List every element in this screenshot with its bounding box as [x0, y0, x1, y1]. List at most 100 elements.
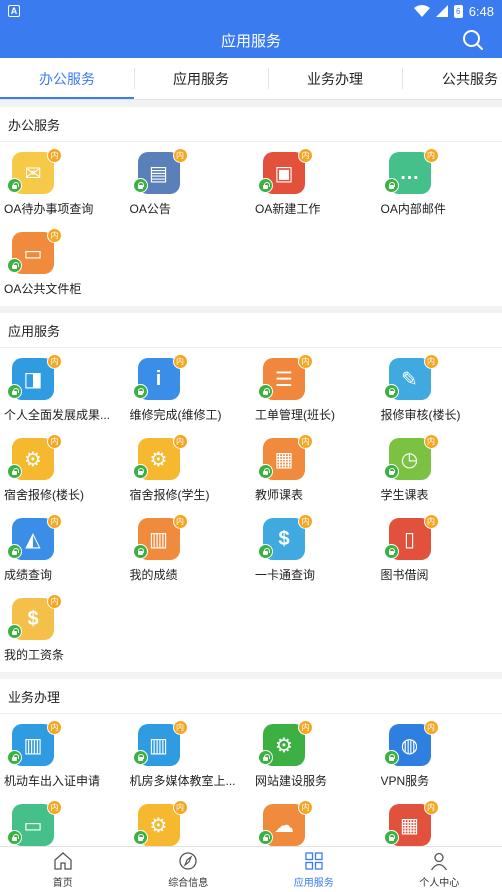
service-label: 报修审核(楼长) — [380, 408, 461, 422]
home-icon — [54, 851, 72, 870]
service-label: 维修完成(维修工) — [129, 408, 222, 422]
nav-info[interactable]: 综合信息 — [126, 847, 252, 892]
service-item[interactable]: ▥ 内机房多媒体教室上... — [126, 718, 252, 798]
service-label: 我的成绩 — [129, 568, 178, 582]
service-grid: ▥ 内机动车出入证申请 ▥ 内机房多媒体教室上... ⚙ 内网站建设服务 ◍ 内 VPN服务 ▭ 内… — [0, 714, 502, 846]
service-item[interactable]: ◷ 内学生课表 — [377, 432, 502, 512]
internal-badge: 内 — [172, 148, 188, 163]
tab-public-services[interactable]: 公共服务 — [402, 58, 502, 99]
service-item[interactable]: ◍ 内 VPN服务 — [377, 718, 502, 798]
service-label: OA新建工作 — [255, 202, 321, 216]
battery-icon: 6 — [453, 4, 463, 18]
lock-icon — [132, 750, 148, 765]
nav-app-services[interactable]: 应用服务 — [251, 847, 377, 892]
service-item[interactable]: ▦ 内 — [377, 798, 502, 846]
service-item[interactable]: ▭ 内 — [0, 798, 126, 846]
internal-badge: 内 — [47, 434, 62, 449]
service-item[interactable]: … 内 OA内部邮件 — [377, 146, 502, 226]
service-item[interactable]: ◨ 内个人全面发展成果... — [0, 352, 126, 432]
lock-icon — [132, 178, 148, 193]
internal-badge: 内 — [298, 148, 313, 163]
internal-badge: 内 — [298, 514, 313, 529]
service-item[interactable]: ⚙ 内网站建设服务 — [251, 718, 377, 798]
tab-business[interactable]: 业务办理 — [268, 58, 402, 99]
service-label: 成绩查询 — [4, 568, 53, 582]
service-item[interactable]: ⚙ 内 — [126, 798, 252, 846]
service-item[interactable]: ☁ 内 — [251, 798, 377, 846]
service-label: VPN服务 — [380, 774, 430, 788]
internal-badge: 内 — [47, 514, 62, 529]
service-label: 网站建设服务 — [255, 774, 328, 788]
internal-badge: 内 — [298, 354, 313, 369]
service-item[interactable]: ☰ 内工单管理(班长) — [251, 352, 377, 432]
service-item[interactable]: $ 内一卡通查询 — [251, 512, 377, 592]
service-item[interactable]: ✉ 内 OA待办事项查询 — [0, 146, 126, 226]
nav-profile[interactable]: 个人中心 — [377, 847, 502, 892]
service-label: 个人全面发展成果... — [4, 408, 111, 422]
lock-icon — [258, 178, 273, 193]
lock-icon — [7, 178, 22, 193]
lock-icon — [7, 384, 22, 399]
nav-home[interactable]: 首页 — [0, 847, 126, 892]
service-grid: ◨ 内个人全面发展成果... i 内维修完成(维修工) ☰ 内工单管理(班长) ✎ 内报修审核… — [0, 348, 502, 672]
service-item[interactable]: ▯ 内图书借阅 — [377, 512, 502, 592]
service-label: 图书借阅 — [380, 568, 429, 582]
lock-icon — [7, 750, 22, 765]
service-item[interactable]: ▤ 内 OA公告 — [126, 146, 252, 226]
service-item[interactable]: ▥ 内机动车出入证申请 — [0, 718, 126, 798]
service-item[interactable]: ⚙ 内宿舍报修(楼长) — [0, 432, 126, 512]
service-item[interactable]: ▭ 内 OA公共文件柜 — [0, 226, 126, 306]
lock-icon — [383, 464, 399, 479]
lock-icon — [258, 384, 273, 399]
section-2: 业务办理 ▥ 内机动车出入证申请 ▥ 内机房多媒体教室上... ⚙ 内网站建设服务 ◍ 内 VPN… — [0, 679, 502, 846]
service-label: 工单管理(班长) — [255, 408, 335, 422]
lock-icon — [7, 464, 22, 479]
service-item[interactable]: ◭ 内成绩查询 — [0, 512, 126, 592]
section-title: 办公服务 — [0, 107, 502, 142]
internal-badge: 内 — [423, 514, 439, 529]
internal-badge: 内 — [172, 434, 188, 449]
service-item[interactable]: ▣ 内 OA新建工作 — [251, 146, 377, 226]
service-label: OA待办事项查询 — [4, 202, 94, 216]
search-icon[interactable] — [462, 29, 484, 51]
section-title: 应用服务 — [0, 313, 502, 348]
internal-badge: 内 — [172, 354, 188, 369]
compass-icon — [179, 851, 197, 870]
lock-icon — [132, 830, 148, 845]
app-bar: 应用服务 — [0, 22, 502, 58]
service-item[interactable]: i 内维修完成(维修工) — [126, 352, 252, 432]
service-item[interactable]: ✎ 内报修审核(楼长) — [377, 352, 502, 432]
service-item[interactable]: ▥ 内我的成绩 — [126, 512, 252, 592]
lock-icon — [383, 178, 399, 193]
service-label: 教师课表 — [255, 488, 304, 502]
internal-badge: 内 — [298, 800, 313, 815]
lock-icon — [7, 544, 22, 559]
tab-app-services[interactable]: 应用服务 — [134, 58, 268, 99]
tab-office-services[interactable]: 办公服务 — [0, 58, 134, 99]
lock-icon — [7, 624, 22, 639]
service-label: 学生课表 — [380, 488, 429, 502]
lock-icon — [7, 258, 22, 273]
lock-icon — [383, 384, 399, 399]
bottom-navigation: 首页 综合信息 应用服务 个人中心 — [0, 846, 502, 892]
service-item[interactable]: ▦ 内教师课表 — [251, 432, 377, 512]
status-right: 6 6:48 — [413, 4, 494, 19]
lock-icon — [383, 830, 399, 845]
category-tabs: 办公服务 应用服务 业务办理 公共服务 — [0, 58, 502, 100]
service-item[interactable]: ⚙ 内宿舍报修(学生) — [126, 432, 252, 512]
internal-badge: 内 — [47, 594, 62, 609]
signal-icon — [435, 5, 448, 17]
internal-badge: 内 — [423, 354, 439, 369]
lock-icon — [258, 464, 273, 479]
wifi-icon — [413, 5, 430, 17]
service-list[interactable]: 办公服务 ✉ 内 OA待办事项查询 ▤ 内 OA公告 ▣ 内 OA新建工作… 内 OA内部邮件 ▭ 内 OA… — [0, 100, 502, 846]
service-item[interactable]: $ 内我的工资条 — [0, 592, 126, 672]
lock-icon — [132, 544, 148, 559]
page-title: 应用服务 — [220, 32, 281, 50]
lock-icon — [258, 830, 273, 845]
lock-icon — [7, 830, 22, 845]
internal-badge: 内 — [423, 434, 439, 449]
internal-badge: 内 — [172, 514, 188, 529]
internal-badge: 内 — [47, 720, 62, 735]
internal-badge: 内 — [298, 720, 313, 735]
